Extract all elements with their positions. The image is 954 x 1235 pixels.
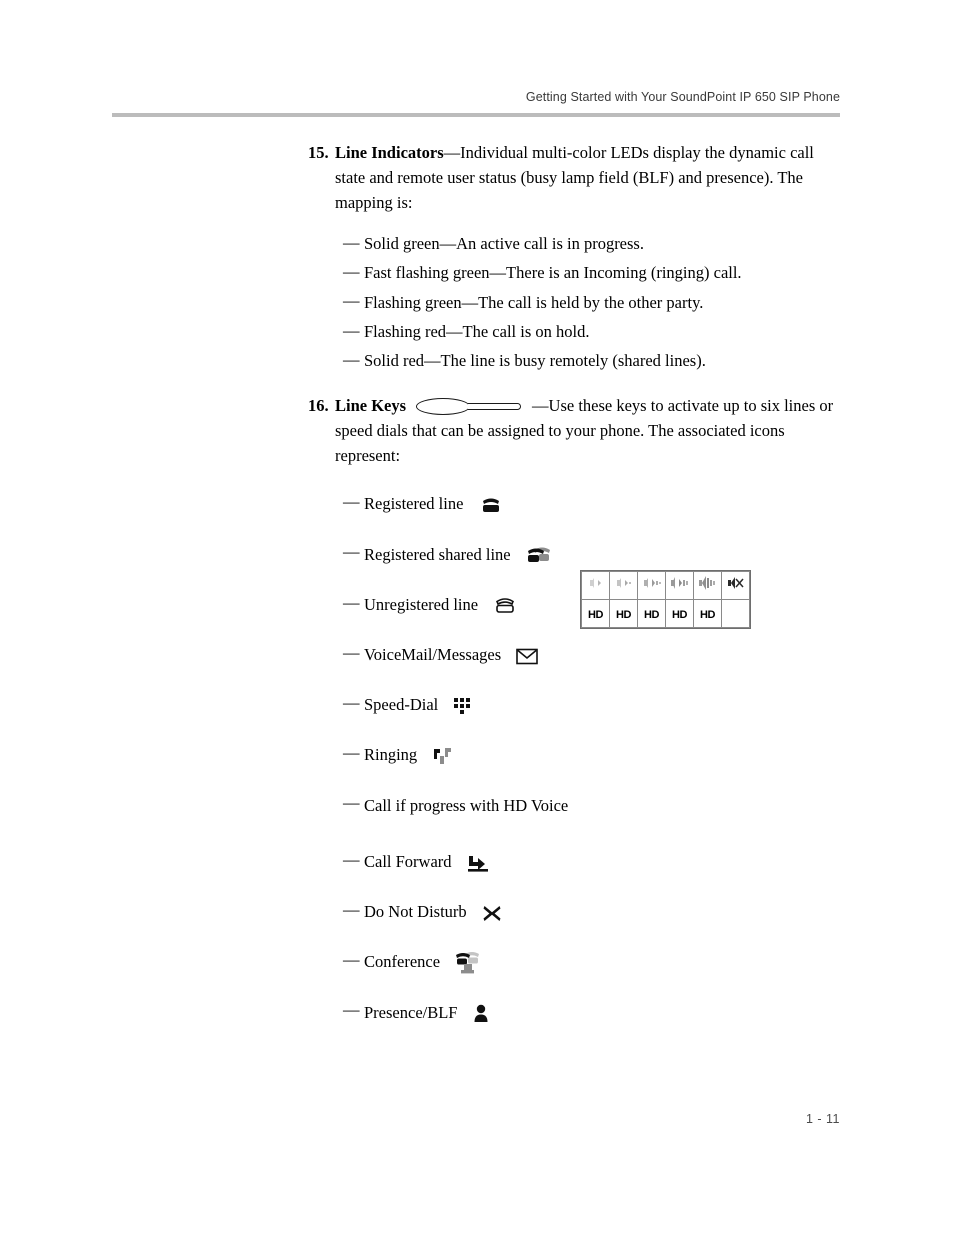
dash-marker: — bbox=[343, 262, 360, 282]
list-item: — Presence/BLF bbox=[0, 998, 954, 1025]
list-item-label: Presence/BLF bbox=[364, 1002, 458, 1022]
speaker-muted-icon bbox=[721, 571, 750, 600]
speaker-wave-1-icon bbox=[581, 571, 610, 600]
numbered-item-15: 15. Line Indicators—Individual multi-col… bbox=[0, 140, 954, 215]
line-indicator-list: — Solid green—An active call is in progr… bbox=[0, 231, 954, 373]
list-item-label: Flashing red—The call is on hold. bbox=[364, 321, 590, 341]
list-item-label: Call if progress with HD Voice bbox=[364, 795, 569, 815]
document-content: 15. Line Indicators—Individual multi-col… bbox=[0, 140, 954, 1049]
list-item: — VoiceMail/Messages bbox=[0, 641, 954, 668]
hd-badge-cell: HD bbox=[581, 599, 610, 628]
table-row bbox=[581, 571, 750, 600]
list-item-label: Call Forward bbox=[364, 851, 452, 871]
item-16-separator: — bbox=[532, 396, 549, 416]
numbered-item-16: 16. Line Keys —Use these keys to activate… bbox=[0, 393, 954, 468]
list-item: — Solid red—The line is busy remotely (s… bbox=[0, 348, 954, 373]
list-item-label: VoiceMail/Messages bbox=[364, 644, 502, 664]
list-item-label: Flashing green—The call is held by the o… bbox=[364, 292, 704, 312]
hd-badge: HD bbox=[700, 608, 715, 621]
page-footer: 1 - 11 bbox=[112, 1112, 840, 1126]
list-item: — Registered line bbox=[0, 490, 954, 517]
list-item: — Fast flashing green—There is an Incomi… bbox=[0, 260, 954, 285]
dash-marker: — bbox=[343, 950, 360, 970]
page-number: 1 - 11 bbox=[805, 1112, 840, 1126]
phone-outline-icon bbox=[493, 592, 517, 618]
speaker-wave-2-icon bbox=[609, 571, 638, 600]
header-title: Getting Started with Your SoundPoint IP … bbox=[525, 90, 840, 104]
dash-marker: — bbox=[343, 349, 360, 369]
dash-marker: — bbox=[343, 899, 360, 919]
hd-badge-cell: HD bbox=[637, 599, 666, 628]
list-item: — Conference bbox=[0, 948, 954, 975]
list-item: — Unregistered line bbox=[0, 591, 954, 618]
list-item-label: Ringing bbox=[364, 745, 418, 765]
page-header: Getting Started with Your SoundPoint IP … bbox=[112, 88, 840, 106]
hd-voice-animation-table: HD HD HD HD HD bbox=[580, 570, 751, 629]
list-item: — Solid green—An active call is in progr… bbox=[0, 231, 954, 256]
phone-shared-icon bbox=[526, 542, 552, 568]
list-item: — Ringing bbox=[0, 741, 954, 768]
hd-badge-cell-empty bbox=[721, 599, 750, 628]
item-16-number: 16. bbox=[308, 396, 329, 416]
list-item: — Flashing green—The call is held by the… bbox=[0, 289, 954, 314]
list-item-label: Speed-Dial bbox=[364, 695, 439, 715]
dash-marker: — bbox=[343, 642, 360, 662]
hd-badge-cell: HD bbox=[693, 599, 722, 628]
envelope-icon bbox=[516, 642, 539, 668]
header-rule bbox=[112, 113, 840, 117]
keypad-dots-icon bbox=[453, 692, 471, 718]
list-item: — Do Not Disturb bbox=[0, 898, 954, 925]
list-item-label: Solid green—An active call is in progres… bbox=[364, 234, 644, 254]
conference-phones-icon bbox=[455, 949, 481, 975]
list-item-label: Do Not Disturb bbox=[364, 902, 467, 922]
x-mark-icon bbox=[482, 899, 502, 925]
ellipse-callout-icon bbox=[416, 397, 526, 417]
hd-badge: HD bbox=[588, 608, 603, 621]
hd-badge: HD bbox=[672, 608, 687, 621]
dash-marker: — bbox=[343, 793, 360, 813]
item-16-term: Line Keys bbox=[335, 396, 407, 416]
list-item: — Flashing red—The call is on hold. bbox=[0, 319, 954, 344]
speaker-wave-3-icon bbox=[637, 571, 666, 600]
dash-marker: — bbox=[343, 592, 360, 612]
item-16-body: Line Keys —Use these keys to activate up … bbox=[335, 393, 840, 468]
list-item-label: Registered line bbox=[364, 494, 464, 514]
dash-marker: — bbox=[343, 1000, 360, 1020]
hd-voice-table: HD HD HD HD HD bbox=[581, 571, 750, 628]
ringing-notes-icon bbox=[432, 742, 454, 768]
list-item: — Speed-Dial bbox=[0, 691, 954, 718]
person-silhouette-icon bbox=[473, 1000, 489, 1026]
dash-marker: — bbox=[343, 743, 360, 763]
dash-marker: — bbox=[343, 692, 360, 712]
list-item-label: Solid red—The line is busy remotely (sha… bbox=[364, 351, 706, 371]
hd-badge-cell: HD bbox=[665, 599, 694, 628]
hd-badge: HD bbox=[616, 608, 631, 621]
item-15-separator: — bbox=[443, 143, 461, 162]
dash-marker: — bbox=[343, 233, 360, 252]
speaker-wave-4-icon bbox=[665, 571, 694, 600]
dash-marker: — bbox=[343, 320, 360, 340]
dash-marker: — bbox=[343, 291, 360, 311]
dash-marker: — bbox=[343, 492, 360, 512]
list-item-label: Conference bbox=[364, 952, 441, 972]
hd-badge-cell: HD bbox=[609, 599, 638, 628]
list-item: — Call if progress with HD Voice bbox=[0, 791, 954, 818]
item-15-term: Line Indicators bbox=[335, 143, 444, 162]
list-item: — Call Forward bbox=[0, 848, 954, 875]
dash-marker: — bbox=[343, 542, 360, 562]
item-15-number: 15. bbox=[308, 143, 329, 162]
table-row: HD HD HD HD HD bbox=[581, 599, 750, 628]
list-item-label: Fast flashing green—There is an Incoming… bbox=[364, 263, 742, 283]
list-item-label: Unregistered line bbox=[364, 594, 479, 614]
phone-solid-icon bbox=[479, 491, 503, 517]
item-16-description: Use these keys to activate up to six lin… bbox=[335, 396, 834, 466]
list-item: — Registered shared line bbox=[0, 540, 954, 567]
list-item-label: Registered shared line bbox=[364, 544, 511, 564]
line-key-icon-list: — Registered line — Registered shared li… bbox=[0, 490, 954, 1026]
dash-marker: — bbox=[343, 849, 360, 869]
call-forward-arrow-icon bbox=[467, 849, 489, 875]
item-15-body: Line Indicators—Individual multi-color L… bbox=[335, 140, 840, 215]
speaker-wave-5-icon bbox=[693, 571, 722, 600]
hd-badge: HD bbox=[644, 608, 659, 621]
